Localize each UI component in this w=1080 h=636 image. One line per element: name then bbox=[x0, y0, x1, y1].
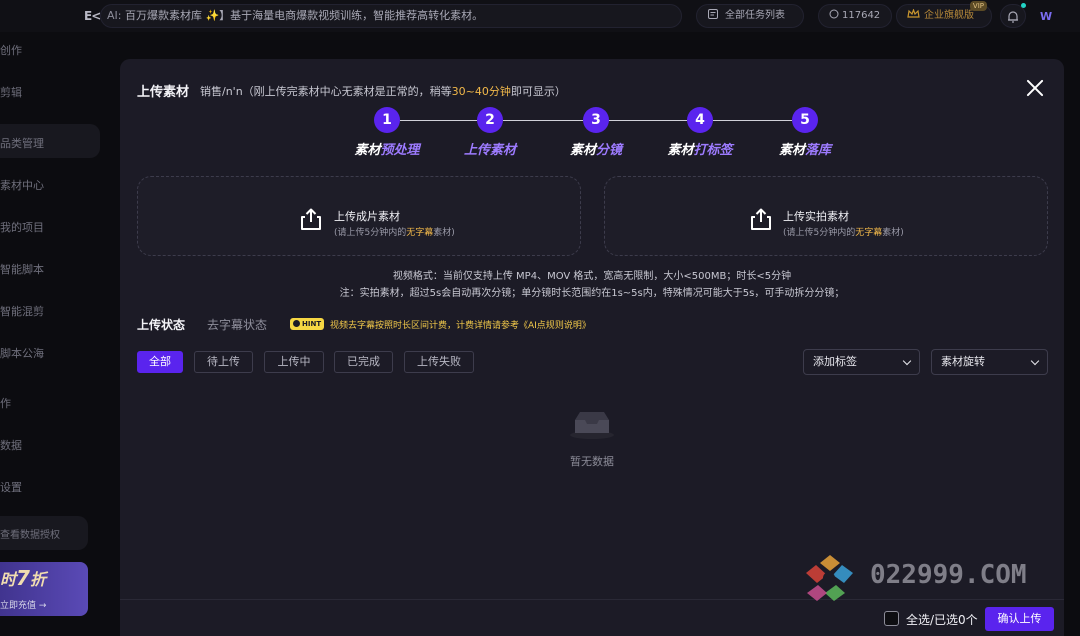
shot-split-note: 注：实拍素材，超过5s会自动再次分镜；单分镜时长范围约在1s~5s内，特殊情况可… bbox=[339, 288, 845, 299]
sidebar-item-work[interactable]: 作 bbox=[0, 395, 11, 411]
upload-finished-hint: (请上传5分钟内的无字幕素材) bbox=[334, 228, 455, 238]
tab-subtitle-removal-status[interactable]: 去字幕状态 bbox=[207, 316, 267, 333]
task-list-icon bbox=[708, 9, 718, 19]
data-auth-button[interactable]: 查看数据授权 bbox=[0, 516, 88, 550]
sidebar-item-my-projects[interactable]: 我的项目 bbox=[0, 219, 44, 235]
add-tag-label: 添加标签 bbox=[813, 355, 857, 368]
step-connector bbox=[713, 120, 792, 121]
step-5-label: 素材落库 bbox=[778, 143, 832, 158]
enterprise-badge: VIP bbox=[969, 1, 987, 11]
upload-raw-dropzone[interactable]: 上传实拍素材 (请上传5分钟内的无字幕素材) bbox=[604, 176, 1048, 256]
sidebar-item-edit[interactable]: 剪辑 bbox=[0, 84, 22, 100]
step-connector bbox=[400, 120, 477, 121]
sidebar-item-settings[interactable]: 设置 bbox=[0, 479, 22, 495]
filter-failed[interactable]: 上传失败 bbox=[404, 351, 474, 373]
step-1-number: 1 bbox=[374, 107, 400, 133]
step-4-number: 4 bbox=[687, 107, 713, 133]
upload-icon bbox=[301, 208, 321, 230]
add-tag-dropdown[interactable]: 添加标签 bbox=[803, 349, 920, 375]
ticker-text: 百万爆款素材库 ✨】基于海量电商爆款视频训练，智能推荐高转化素材。 bbox=[124, 9, 484, 22]
modal-title: 上传素材 bbox=[137, 85, 190, 100]
all-tasks-label: 全部任务列表 bbox=[725, 10, 785, 21]
select-all-checkbox[interactable] bbox=[884, 611, 899, 626]
step-1-label: 素材预处理 bbox=[354, 143, 420, 158]
hint-text[interactable]: 视频去字幕按照时长区间计费，计费详情请参考《AI点规则说明》 bbox=[330, 318, 591, 331]
data-auth-label: 查看数据授权 bbox=[0, 530, 60, 541]
sidebar-item-data[interactable]: 数据 bbox=[0, 437, 22, 453]
notification-dot bbox=[1021, 3, 1026, 8]
footer-divider bbox=[120, 599, 1064, 600]
chevron-down-icon bbox=[1030, 356, 1040, 366]
promo-recharge-link[interactable]: 立即充值 → bbox=[0, 598, 46, 611]
crown-icon bbox=[907, 8, 920, 18]
upload-finished-dropzone[interactable]: 上传成片素材 (请上传5分钟内的无字幕素材) bbox=[137, 176, 581, 256]
points-value: 117642 bbox=[842, 10, 881, 21]
enterprise-plan-label: 企业旗舰版 bbox=[924, 10, 974, 21]
upload-material-modal: 上传素材 销售/n'n（刚上传完素材中心无素材是正常的，稍等30~40分钟即可显… bbox=[120, 59, 1064, 636]
modal-subtitle: 销售/n'n（刚上传完素材中心无素材是正常的，稍等30~40分钟即可显示） bbox=[200, 85, 566, 98]
sidebar-item-smart-script[interactable]: 智能脚本 bbox=[0, 261, 44, 277]
bell-icon bbox=[1008, 11, 1018, 23]
step-3-label: 素材分镜 bbox=[569, 143, 623, 158]
filter-uploading[interactable]: 上传中 bbox=[264, 351, 324, 373]
sidebar-item-category[interactable]: 品类管理 bbox=[0, 135, 44, 151]
all-tasks-button[interactable]: 全部任务列表 bbox=[696, 4, 804, 28]
sidebar-item-material-center[interactable]: 素材中心 bbox=[0, 177, 44, 193]
top-bar: E< AI: 百万爆款素材库 ✨】基于海量电商爆款视频训练，智能推荐高转化素材。… bbox=[0, 0, 1080, 32]
upload-raw-title: 上传实拍素材 bbox=[783, 210, 849, 223]
upload-finished-title: 上传成片素材 bbox=[334, 210, 400, 223]
step-2-number: 2 bbox=[477, 107, 503, 133]
app-logo[interactable]: E< bbox=[84, 9, 101, 23]
step-connector bbox=[503, 120, 583, 121]
rotate-label: 素材旋转 bbox=[941, 355, 985, 368]
promo-banner[interactable]: 时7折 立即充值 → bbox=[0, 562, 88, 616]
promo-discount: 时7折 bbox=[0, 566, 46, 590]
empty-state-text: 暂无数据 bbox=[570, 455, 614, 468]
sidebar-item-create[interactable]: 创作 bbox=[0, 42, 22, 58]
empty-box-icon bbox=[570, 412, 614, 439]
points-balance[interactable]: 117642 bbox=[818, 4, 892, 28]
watermark-logo bbox=[806, 555, 853, 601]
step-4-label: 素材打标签 bbox=[667, 143, 733, 158]
watermark-text: 022999.COM bbox=[870, 560, 1027, 590]
chevron-down-icon bbox=[902, 356, 912, 366]
points-icon bbox=[829, 9, 839, 19]
step-3-number: 3 bbox=[583, 107, 609, 133]
select-all-label: 全选/已选0个 bbox=[906, 613, 978, 627]
upload-icon bbox=[751, 208, 771, 230]
filter-completed[interactable]: 已完成 bbox=[334, 351, 393, 373]
sidebar-item-smart-mix[interactable]: 智能混剪 bbox=[0, 303, 44, 319]
filter-all[interactable]: 全部 bbox=[137, 351, 183, 373]
enterprise-plan-button[interactable]: 企业旗舰版 VIP bbox=[896, 1, 992, 28]
filter-pending[interactable]: 待上传 bbox=[194, 351, 253, 373]
hint-badge: HINT bbox=[290, 318, 324, 330]
sidebar-item-script-pool[interactable]: 脚本公海 bbox=[0, 345, 44, 361]
user-avatar[interactable]: W bbox=[1040, 10, 1052, 23]
tab-upload-status[interactable]: 上传状态 bbox=[137, 316, 185, 333]
rotate-dropdown[interactable]: 素材旋转 bbox=[931, 349, 1048, 375]
confirm-upload-button[interactable]: 确认上传 bbox=[985, 607, 1054, 631]
ticker-prefix: AI: bbox=[107, 9, 122, 22]
close-icon[interactable] bbox=[1024, 77, 1046, 99]
upload-raw-hint: (请上传5分钟内的无字幕素材) bbox=[783, 228, 904, 238]
format-info: 视频格式：当前仅支持上传 MP4、MOV 格式，宽高无限制，大小<500MB；时… bbox=[392, 271, 792, 282]
announcement-ticker[interactable]: AI: 百万爆款素材库 ✨】基于海量电商爆款视频训练，智能推荐高转化素材。 bbox=[100, 4, 682, 28]
step-5-number: 5 bbox=[792, 107, 818, 133]
step-connector bbox=[609, 120, 687, 121]
step-2-label: 上传素材 bbox=[463, 143, 517, 158]
